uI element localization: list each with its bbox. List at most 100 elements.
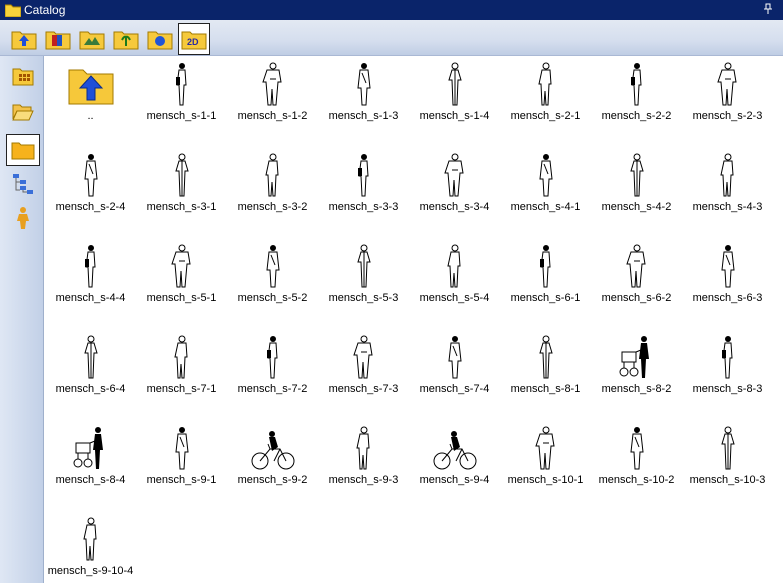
catalog-item[interactable]: mensch_s-1-4 xyxy=(409,56,500,147)
catalog-item[interactable]: mensch_s-1-3 xyxy=(318,56,409,147)
catalog-item[interactable]: mensch_s-2-3 xyxy=(682,56,773,147)
person-thumbnail xyxy=(318,334,409,380)
person-thumbnail xyxy=(500,61,591,107)
sphere-folder-button[interactable] xyxy=(144,23,176,55)
person-thumbnail xyxy=(682,425,773,471)
item-label: mensch_s-1-3 xyxy=(328,110,399,122)
stroller-thumbnail xyxy=(45,425,136,471)
item-label: mensch_s-2-3 xyxy=(692,110,763,122)
catalog-item[interactable]: mensch_s-7-4 xyxy=(409,329,500,420)
catalog-item[interactable]: mensch_s-5-2 xyxy=(227,238,318,329)
catalog-item[interactable]: mensch_s-7-3 xyxy=(318,329,409,420)
person-thumbnail xyxy=(136,152,227,198)
2d-label: 2D xyxy=(187,37,199,47)
catalog-item[interactable]: mensch_s-4-1 xyxy=(500,147,591,238)
catalog-item[interactable]: mensch_s-4-3 xyxy=(682,147,773,238)
item-label: mensch_s-3-4 xyxy=(419,201,490,213)
catalog-item[interactable]: mensch_s-5-1 xyxy=(136,238,227,329)
catalog-item[interactable]: mensch_s-3-1 xyxy=(136,147,227,238)
catalog-item[interactable]: mensch_s-8-4 xyxy=(45,420,136,511)
pin-icon[interactable] xyxy=(763,3,773,15)
catalog-item[interactable]: mensch_s-7-2 xyxy=(227,329,318,420)
item-label: mensch_s-1-1 xyxy=(146,110,217,122)
item-label: mensch_s-6-2 xyxy=(601,292,672,304)
catalog-item[interactable]: mensch_s-10-2 xyxy=(591,420,682,511)
catalog-item[interactable]: mensch_s-2-2 xyxy=(591,56,682,147)
person-thumbnail xyxy=(591,425,682,471)
sidebar xyxy=(0,56,44,583)
catalog-item[interactable]: mensch_s-7-1 xyxy=(136,329,227,420)
catalog-item[interactable]: mensch_s-1-2 xyxy=(227,56,318,147)
person-thumbnail xyxy=(682,243,773,289)
catalog-item[interactable]: mensch_s-6-4 xyxy=(45,329,136,420)
item-label: mensch_s-2-4 xyxy=(55,201,126,213)
person-thumbnail xyxy=(500,425,591,471)
open-folder-icon xyxy=(12,104,34,121)
catalog-item[interactable]: mensch_s-9-1 xyxy=(136,420,227,511)
item-label: mensch_s-10-1 xyxy=(507,474,584,486)
item-label: mensch_s-3-2 xyxy=(237,201,308,213)
catalog-item[interactable]: mensch_s-8-2 xyxy=(591,329,682,420)
person-thumbnail xyxy=(682,152,773,198)
catalog-item[interactable]: mensch_s-9-2 xyxy=(227,420,318,511)
catalog-item[interactable]: mensch_s-5-4 xyxy=(409,238,500,329)
catalog-item[interactable]: mensch_s-3-2 xyxy=(227,147,318,238)
2d-folder-button[interactable]: 2D xyxy=(178,23,210,55)
catalog-item[interactable]: mensch_s-3-4 xyxy=(409,147,500,238)
catalog-item[interactable]: mensch_s-9-4 xyxy=(409,420,500,511)
catalog-content: .. mensch_s-1-1 mensch_s-1-2 mensch_s-1-3 me… xyxy=(45,56,783,583)
item-label: mensch_s-8-2 xyxy=(601,383,672,395)
folder-icon xyxy=(4,3,22,18)
catalog-item[interactable]: mensch_s-9-10-4 xyxy=(45,511,136,583)
catalog-item[interactable]: mensch_s-10-3 xyxy=(682,420,773,511)
item-label: mensch_s-7-4 xyxy=(419,383,490,395)
catalog-item[interactable]: mensch_s-8-1 xyxy=(500,329,591,420)
terrain-folder-button[interactable] xyxy=(76,23,108,55)
person-thumbnail xyxy=(500,334,591,380)
catalog-item[interactable]: mensch_s-2-4 xyxy=(45,147,136,238)
catalog-item[interactable]: mensch_s-2-1 xyxy=(500,56,591,147)
parent-folder-item[interactable]: .. xyxy=(45,56,136,147)
item-label: mensch_s-10-3 xyxy=(689,474,766,486)
catalog-book-button[interactable] xyxy=(42,23,74,55)
item-label: .. xyxy=(87,110,94,122)
up-folder-icon xyxy=(45,64,136,106)
catalog-item[interactable]: mensch_s-3-3 xyxy=(318,147,409,238)
catalog-item[interactable]: mensch_s-6-2 xyxy=(591,238,682,329)
catalog-item[interactable]: mensch_s-9-3 xyxy=(318,420,409,511)
catalog-item[interactable]: mensch_s-8-3 xyxy=(682,329,773,420)
catalog-item[interactable]: mensch_s-10-1 xyxy=(500,420,591,511)
grid-view-icon xyxy=(12,68,34,86)
catalog-item[interactable]: mensch_s-4-2 xyxy=(591,147,682,238)
catalog-item[interactable]: mensch_s-6-3 xyxy=(682,238,773,329)
person-thumbnail xyxy=(136,61,227,107)
catalog-item[interactable]: mensch_s-1-1 xyxy=(136,56,227,147)
catalog-item[interactable]: mensch_s-5-3 xyxy=(318,238,409,329)
item-label: mensch_s-3-3 xyxy=(328,201,399,213)
window-title: Catalog xyxy=(24,3,66,17)
tree-view-button[interactable] xyxy=(6,168,40,200)
item-label: mensch_s-4-3 xyxy=(692,201,763,213)
plant-folder-icon xyxy=(113,31,139,50)
person-thumbnail xyxy=(318,425,409,471)
grid-view-button[interactable] xyxy=(6,60,40,92)
catalog-item[interactable]: mensch_s-6-1 xyxy=(500,238,591,329)
plant-folder-button[interactable] xyxy=(110,23,142,55)
person-thumbnail xyxy=(45,152,136,198)
person-thumbnail xyxy=(318,152,409,198)
item-label: mensch_s-5-1 xyxy=(146,292,217,304)
person-thumbnail xyxy=(591,61,682,107)
folder-button[interactable] xyxy=(6,134,40,166)
up-folder-icon xyxy=(11,31,37,50)
person-thumbnail xyxy=(409,243,500,289)
sphere-folder-icon xyxy=(147,31,173,50)
item-label: mensch_s-7-3 xyxy=(328,383,399,395)
person-button[interactable] xyxy=(6,202,40,234)
person-thumbnail xyxy=(45,516,136,562)
up-folder-button[interactable] xyxy=(8,23,40,55)
item-label: mensch_s-5-2 xyxy=(237,292,308,304)
item-label: mensch_s-7-1 xyxy=(146,383,217,395)
person-icon xyxy=(17,207,29,229)
catalog-item[interactable]: mensch_s-4-4 xyxy=(45,238,136,329)
open-folder-button[interactable] xyxy=(6,96,40,128)
